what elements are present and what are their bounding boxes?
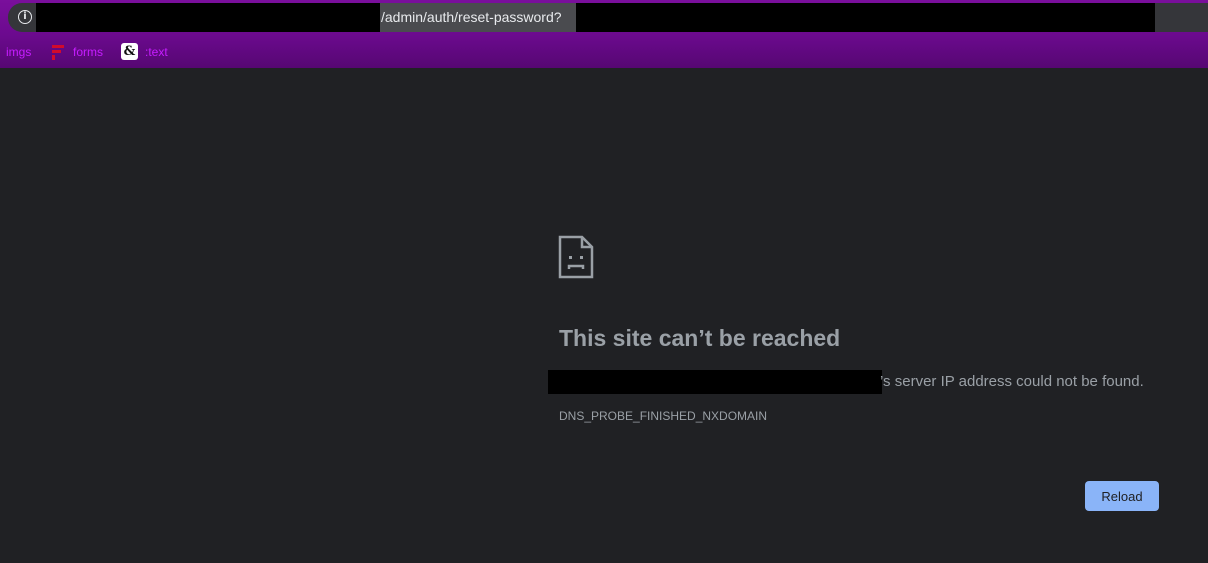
bookmark-forms[interactable]: forms — [73, 45, 103, 59]
bookmark-imgs[interactable]: imgs — [6, 45, 31, 59]
bookmark-text[interactable]: :text — [145, 45, 168, 59]
address-bar[interactable]: i /admin/auth/reset-password? — [8, 3, 1208, 32]
bookmarks-bar: imgs forms :text — [0, 38, 1208, 66]
error-description: ’s server IP address could not be found. — [548, 370, 1168, 394]
forms-icon — [49, 44, 65, 60]
error-title: This site can’t be reached — [559, 325, 841, 351]
info-icon[interactable]: i — [18, 10, 32, 24]
error-description-text: ’s server IP address could not be found. — [880, 373, 1144, 390]
redacted-domain — [548, 370, 882, 394]
url-path[interactable]: /admin/auth/reset-password? — [380, 3, 576, 32]
redacted-query — [576, 3, 1155, 32]
ampersand-icon: & — [121, 43, 138, 60]
sad-page-icon — [558, 235, 594, 279]
error-code: DNS_PROBE_FINISHED_NXDOMAIN — [559, 409, 768, 423]
redacted-host — [36, 3, 380, 32]
reload-button[interactable]: Reload — [1085, 481, 1159, 511]
